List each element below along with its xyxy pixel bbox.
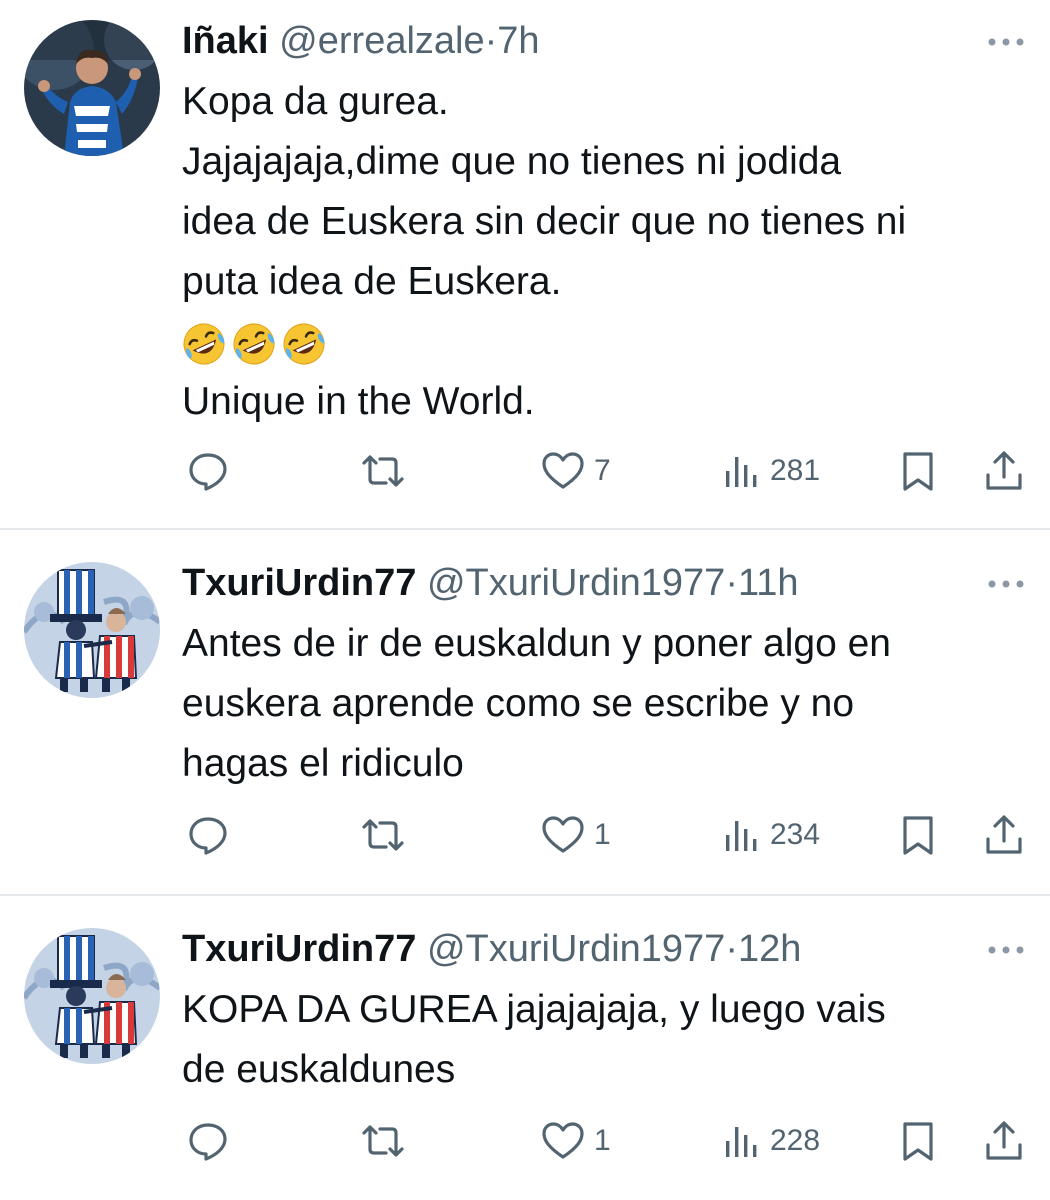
avatar[interactable] — [24, 928, 160, 1064]
retweet-button[interactable] — [358, 810, 408, 860]
separator-dot: · — [725, 562, 738, 604]
like-count: 1 — [594, 818, 611, 851]
reply-icon — [189, 817, 227, 855]
views-button[interactable]: 281 — [722, 446, 820, 496]
display-name[interactable]: TxuriUrdin77 — [182, 562, 416, 604]
reply-feed: Iñaki @errealzale·7h Kopa da gurea. Jaja… — [0, 0, 1050, 1200]
tweet-text-line: puta idea de Euskera. — [182, 260, 562, 303]
tweet-actions: 1 228 — [182, 1116, 1032, 1166]
bookmark-icon — [903, 1122, 933, 1161]
user-handle[interactable]: @TxuriUrdin1977 — [427, 562, 725, 604]
retweet-icon — [362, 455, 404, 487]
like-button[interactable]: 1 — [540, 1116, 611, 1166]
user-handle[interactable]: @TxuriUrdin1977 — [427, 928, 725, 970]
timestamp[interactable]: 12h — [738, 928, 801, 970]
rolling-on-floor-laughing-emoji — [283, 323, 325, 365]
share-icon — [986, 451, 1022, 490]
tweet-text-line: Jajajajaja,dime que no tienes ni jodida — [182, 140, 842, 183]
share-button[interactable] — [982, 446, 1026, 496]
reply-button[interactable] — [186, 810, 230, 860]
view-count: 234 — [770, 818, 821, 851]
reply-button[interactable] — [186, 1116, 230, 1166]
bookmark-button[interactable] — [898, 810, 938, 860]
tweet-text-line: de euskaldunes — [182, 1048, 456, 1091]
tweet-text-line: Unique in the World. — [182, 380, 535, 423]
share-icon — [986, 1121, 1022, 1160]
tweet-actions: 1 234 — [182, 810, 1032, 860]
tweet-text-line: hagas el ridiculo — [182, 742, 464, 785]
separator-dot: · — [725, 928, 738, 970]
retweet-button[interactable] — [358, 446, 408, 496]
views-chart-icon — [726, 457, 757, 487]
avatar-illustration — [24, 928, 160, 1064]
display-name[interactable]: TxuriUrdin77 — [182, 928, 416, 970]
bookmark-button[interactable] — [898, 446, 938, 496]
more-options-icon[interactable] — [984, 32, 1028, 52]
reply-icon — [189, 1123, 227, 1161]
like-button[interactable]: 7 — [540, 446, 611, 496]
view-count: 281 — [770, 454, 821, 487]
tweet[interactable]: TxuriUrdin77 @TxuriUrdin1977·12h KOPA DA… — [0, 896, 1050, 1200]
like-button[interactable]: 1 — [540, 810, 611, 860]
tweet-header: TxuriUrdin77 @TxuriUrdin1977·12h — [182, 924, 960, 974]
tweet-text-line: KOPA DA GUREA jajajajaja, y luego vais — [182, 988, 886, 1031]
share-button[interactable] — [982, 1116, 1026, 1166]
retweet-button[interactable] — [358, 1116, 408, 1166]
tweet-text: KOPA DA GUREA jajajajaja, y luego vais d… — [182, 980, 1026, 1100]
display-name[interactable]: Iñaki — [182, 20, 269, 62]
rolling-on-floor-laughing-emoji — [183, 323, 225, 365]
avatar[interactable] — [24, 20, 160, 156]
tweet[interactable]: TxuriUrdin77 @TxuriUrdin1977·11h Antes d… — [0, 530, 1050, 894]
heart-icon — [542, 452, 584, 489]
tweet[interactable]: Iñaki @errealzale·7h Kopa da gurea. Jaja… — [0, 0, 1050, 528]
share-button[interactable] — [982, 810, 1026, 860]
tweet-text: Antes de ir de euskaldun y poner algo en… — [182, 614, 1026, 794]
tweet-header: TxuriUrdin77 @TxuriUrdin1977·11h — [182, 558, 960, 608]
tweet-text-line: euskera aprende como se escribe y no — [182, 682, 855, 725]
more-options-icon[interactable] — [984, 574, 1028, 594]
timestamp[interactable]: 7h — [497, 20, 539, 62]
reply-icon — [189, 453, 227, 491]
views-button[interactable]: 234 — [722, 810, 820, 860]
more-options-icon[interactable] — [984, 940, 1028, 960]
tweet-text-line: Kopa da gurea. — [182, 80, 449, 123]
bookmark-icon — [903, 816, 933, 855]
share-icon — [986, 815, 1022, 854]
rolling-on-floor-laughing-emoji — [233, 323, 275, 365]
separator-dot: · — [484, 20, 498, 62]
tweet-text-line: idea de Euskera sin decir que no tienes … — [182, 200, 907, 243]
user-handle[interactable]: @errealzale — [279, 20, 484, 62]
view-count: 228 — [770, 1124, 821, 1157]
emoji-row — [182, 312, 1026, 372]
views-chart-icon — [726, 821, 757, 851]
heart-icon — [542, 1122, 584, 1159]
timestamp[interactable]: 11h — [738, 562, 799, 604]
avatar-photo — [24, 20, 160, 156]
reply-button[interactable] — [186, 446, 230, 496]
views-button[interactable]: 228 — [722, 1116, 820, 1166]
retweet-icon — [362, 819, 404, 851]
retweet-icon — [362, 1125, 404, 1157]
tweet-header: Iñaki @errealzale·7h — [182, 16, 960, 66]
tweet-actions: 7 281 — [182, 446, 1032, 496]
tweet-text-line: Antes de ir de euskaldun y poner algo en — [182, 622, 891, 665]
bookmark-icon — [903, 452, 933, 491]
bookmark-button[interactable] — [898, 1116, 938, 1166]
like-count: 7 — [594, 454, 611, 487]
heart-icon — [542, 816, 584, 853]
avatar[interactable] — [24, 562, 160, 698]
views-chart-icon — [726, 1127, 757, 1157]
avatar-illustration — [24, 562, 160, 698]
like-count: 1 — [594, 1124, 611, 1157]
tweet-text: Kopa da gurea. Jajajajaja,dime que no ti… — [182, 72, 1026, 432]
